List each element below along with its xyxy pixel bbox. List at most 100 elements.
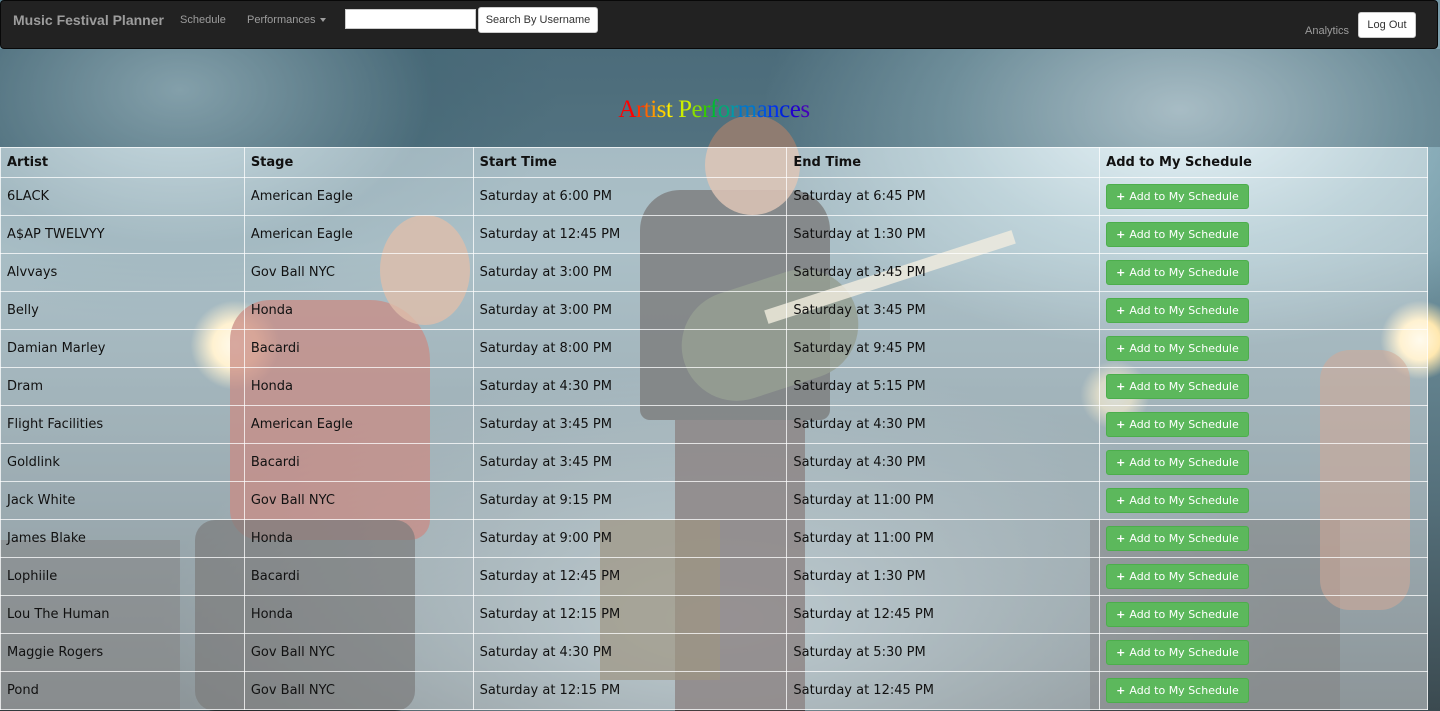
performances-table: Artist Stage Start Time End Time Add to … (0, 147, 1428, 710)
caret-down-icon (320, 18, 327, 23)
stage-cell: Bacardi (243, 443, 474, 482)
add-to-schedule-label: Add to My Schedule (1129, 684, 1239, 697)
plus-icon: + (1116, 304, 1126, 317)
add-to-schedule-button[interactable]: + Add to My Schedule (1106, 488, 1249, 513)
artist-cell: Damian Marley (0, 329, 245, 368)
nav-schedule[interactable]: Schedule (180, 14, 226, 26)
add-cell: + Add to My Schedule (1099, 519, 1428, 558)
table-row: 6LACK American Eagle Saturday at 6:00 PM Sa… (0, 177, 1428, 216)
table-row: Belly Honda Saturday at 3:00 PM Saturday at… (0, 291, 1428, 330)
stage-cell: Honda (243, 367, 474, 406)
stage-cell: American Eagle (243, 177, 474, 216)
title-letter: P (678, 96, 692, 123)
plus-icon: + (1116, 608, 1126, 621)
add-to-schedule-button[interactable]: + Add to My Schedule (1106, 374, 1249, 399)
end-time-cell: Saturday at 9:45 PM (786, 329, 1101, 368)
end-time-cell: Saturday at 5:30 PM (786, 633, 1101, 672)
stage-cell: Gov Ball NYC (243, 481, 474, 520)
stage-cell: Honda (243, 595, 474, 634)
title-letter: a (756, 96, 768, 123)
title-letter: r (702, 96, 710, 123)
add-to-schedule-label: Add to My Schedule (1129, 570, 1239, 583)
artist-cell: Lophiile (0, 557, 245, 596)
add-cell: + Add to My Schedule (1099, 329, 1428, 368)
add-to-schedule-label: Add to My Schedule (1129, 342, 1239, 355)
plus-icon: + (1116, 684, 1126, 697)
nav-performances-dropdown[interactable]: Performances (247, 14, 327, 26)
end-time-cell: Saturday at 11:00 PM (786, 519, 1101, 558)
add-cell: + Add to My Schedule (1099, 215, 1428, 254)
table-row: James Blake Honda Saturday at 9:00 PM Satur… (0, 519, 1428, 558)
nav-analytics[interactable]: Analytics (1305, 25, 1349, 37)
add-to-schedule-label: Add to My Schedule (1129, 646, 1239, 659)
add-to-schedule-label: Add to My Schedule (1129, 304, 1239, 317)
stage-cell: Gov Ball NYC (243, 253, 474, 292)
start-time-cell: Saturday at 4:30 PM (472, 633, 788, 672)
table-row: Dram Honda Saturday at 4:30 PM Saturday at … (0, 367, 1428, 406)
table-row: Flight Facilities American Eagle Saturday … (0, 405, 1428, 444)
navbar: Music Festival Planner Schedule Performa… (0, 0, 1438, 49)
logout-button[interactable]: Log Out (1358, 12, 1416, 38)
artist-cell: Goldlink (0, 443, 245, 482)
end-time-cell: Saturday at 12:45 PM (786, 595, 1101, 634)
add-to-schedule-button[interactable]: + Add to My Schedule (1106, 412, 1249, 437)
end-time-cell: Saturday at 1:30 PM (786, 215, 1101, 254)
search-by-username-button[interactable]: Search By Username (478, 7, 598, 33)
brand-link[interactable]: Music Festival Planner (13, 12, 164, 28)
stage-cell: American Eagle (243, 405, 474, 444)
stage-cell: Honda (243, 519, 474, 558)
add-to-schedule-label: Add to My Schedule (1129, 532, 1239, 545)
title-letter: s (800, 96, 810, 123)
start-time-cell: Saturday at 6:00 PM (472, 177, 788, 216)
artist-cell: Flight Facilities (0, 405, 245, 444)
header-stage: Stage (243, 147, 474, 178)
plus-icon: + (1116, 380, 1126, 393)
add-cell: + Add to My Schedule (1099, 481, 1428, 520)
add-to-schedule-button[interactable]: + Add to My Schedule (1106, 260, 1249, 285)
artist-cell: Alvvays (0, 253, 245, 292)
artist-cell: Jack White (0, 481, 245, 520)
artist-cell: Dram (0, 367, 245, 406)
plus-icon: + (1116, 266, 1126, 279)
add-to-schedule-button[interactable]: + Add to My Schedule (1106, 298, 1249, 323)
add-cell: + Add to My Schedule (1099, 405, 1428, 444)
artist-cell: James Blake (0, 519, 245, 558)
plus-icon: + (1116, 456, 1126, 469)
end-time-cell: Saturday at 3:45 PM (786, 291, 1101, 330)
table-row: Maggie Rogers Gov Ball NYC Saturday at 4:3… (0, 633, 1428, 672)
add-to-schedule-button[interactable]: + Add to My Schedule (1106, 184, 1249, 209)
add-to-schedule-button[interactable]: + Add to My Schedule (1106, 336, 1249, 361)
title-letter: n (767, 96, 780, 123)
table-row: Goldlink Bacardi Saturday at 3:45 PM Saturd… (0, 443, 1428, 482)
start-time-cell: Saturday at 3:00 PM (472, 291, 788, 330)
add-cell: + Add to My Schedule (1099, 671, 1428, 710)
artist-cell: A$AP TWELVYY (0, 215, 245, 254)
title-letter: s (656, 96, 667, 123)
add-to-schedule-button[interactable]: + Add to My Schedule (1106, 602, 1249, 627)
header-artist: Artist (0, 147, 245, 178)
add-to-schedule-button[interactable]: + Add to My Schedule (1106, 450, 1249, 475)
add-to-schedule-button[interactable]: + Add to My Schedule (1106, 526, 1249, 551)
add-to-schedule-button[interactable]: + Add to My Schedule (1106, 640, 1249, 665)
artist-cell: Maggie Rogers (0, 633, 245, 672)
add-cell: + Add to My Schedule (1099, 291, 1428, 330)
stage-cell: Gov Ball NYC (243, 633, 474, 672)
header-end-time: End Time (786, 147, 1101, 178)
add-to-schedule-label: Add to My Schedule (1129, 456, 1239, 469)
plus-icon: + (1116, 494, 1126, 507)
username-search-input[interactable] (345, 9, 476, 29)
add-to-schedule-button[interactable]: + Add to My Schedule (1106, 678, 1249, 703)
title-letter: f (709, 96, 718, 123)
title-letter: r (729, 96, 738, 123)
add-to-schedule-label: Add to My Schedule (1129, 494, 1239, 507)
add-to-schedule-label: Add to My Schedule (1129, 228, 1239, 241)
add-to-schedule-button[interactable]: + Add to My Schedule (1106, 564, 1249, 589)
add-to-schedule-button[interactable]: + Add to My Schedule (1106, 222, 1249, 247)
table-row: Lou The Human Honda Saturday at 12:15 PM Sa… (0, 595, 1428, 634)
end-time-cell: Saturday at 6:45 PM (786, 177, 1101, 216)
header-start-time: Start Time (472, 147, 788, 178)
add-to-schedule-label: Add to My Schedule (1129, 266, 1239, 279)
start-time-cell: Saturday at 9:15 PM (472, 481, 788, 520)
add-cell: + Add to My Schedule (1099, 253, 1428, 292)
table-row: Pond Gov Ball NYC Saturday at 12:15 PM Satu… (0, 671, 1428, 710)
